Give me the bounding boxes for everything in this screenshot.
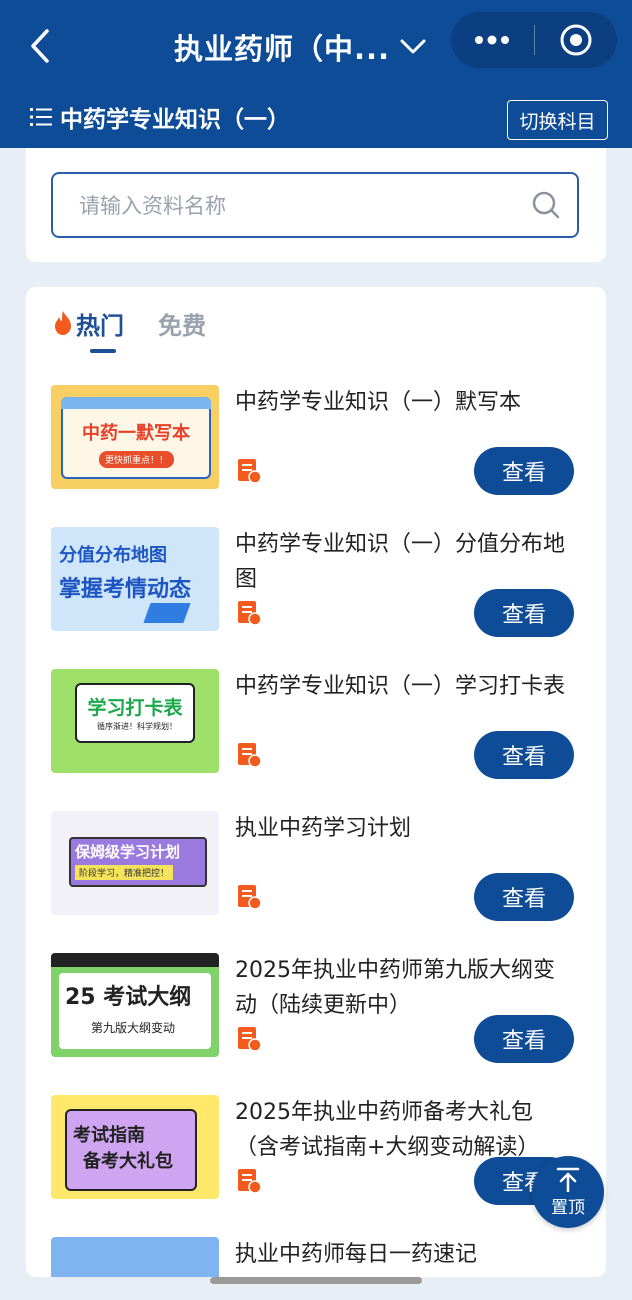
item-thumbnail: 分值分布地图 掌握考情动态	[51, 527, 219, 631]
subject-selector[interactable]: 中药学专业知识（一）	[30, 100, 290, 134]
list-item[interactable]: 执业中药师每日一药速记	[51, 1237, 581, 1277]
target-close-icon	[560, 24, 592, 56]
thumb-title: 学习打卡表	[87, 697, 183, 719]
item-thumbnail: 25 考试大纲 第九版大纲变动	[51, 953, 219, 1057]
document-icon	[238, 743, 262, 768]
thumb-subtitle: 备考大礼包	[83, 1151, 173, 1172]
item-thumbnail: 考试指南 备考大礼包	[51, 1095, 219, 1199]
page-title: 执业药师（中...	[173, 32, 391, 66]
more-button[interactable]	[451, 12, 534, 68]
document-icon	[238, 601, 262, 626]
chevron-left-icon	[31, 29, 49, 63]
search-icon[interactable]	[531, 190, 561, 220]
materials-list-card: 热门 免费 中药一默写本 更快抓重点！！ 中药学专业知识（一）默写本 查看 分值…	[26, 287, 606, 1277]
thumb-title: 考试指南	[73, 1125, 145, 1146]
item-thumbnail	[51, 1237, 219, 1277]
thumb-subtitle: 第九版大纲变动	[91, 1021, 176, 1035]
list-menu-icon	[30, 108, 52, 126]
switch-subject-button[interactable]: 切换科目	[507, 100, 608, 140]
back-to-top-button[interactable]: 置顶	[532, 1156, 604, 1228]
search-input[interactable]: 请输入资料名称	[51, 172, 579, 238]
thumb-title: 分值分布地图	[59, 545, 167, 566]
thumb-title: 保姆级学习计划	[75, 843, 181, 861]
item-thumbnail: 学习打卡表 循序渐进！科学规划！	[51, 669, 219, 773]
item-title: 中药学专业知识（一）学习打卡表	[235, 674, 566, 699]
item-thumbnail: 中药一默写本 更快抓重点！！	[51, 385, 219, 489]
tab-hot-label: 热门	[76, 311, 124, 340]
active-tab-indicator	[90, 349, 116, 353]
item-title: 执业中药师每日一药速记	[235, 1242, 478, 1267]
flame-icon	[55, 311, 71, 335]
item-thumbnail: 保姆级学习计划 阶段学习，精准把控！	[51, 811, 219, 915]
list-item[interactable]: 中药一默写本 更快抓重点！！ 中药学专业知识（一）默写本 查看	[51, 385, 581, 505]
list-item[interactable]: 分值分布地图 掌握考情动态 中药学专业知识（一）分值分布地图 查看	[51, 527, 581, 647]
thumb-subtitle: 掌握考情动态	[59, 577, 192, 602]
home-indicator[interactable]	[210, 1277, 422, 1284]
search-placeholder: 请输入资料名称	[79, 194, 226, 218]
item-title: 2025年执业中药师第九版大纲变动（陆续更新中）	[235, 958, 555, 1018]
thumb-title: 25 考试大纲	[65, 985, 192, 1010]
view-button[interactable]: 查看	[474, 447, 574, 495]
mini-program-capsule	[451, 12, 617, 68]
thumb-title: 中药一默写本	[82, 423, 190, 444]
item-title: 2025年执业中药师备考大礼包（含考试指南+大纲变动解读）	[235, 1100, 540, 1160]
item-title: 执业中药学习计划	[235, 816, 412, 841]
document-icon	[238, 1027, 262, 1052]
document-icon	[238, 885, 262, 910]
thumb-subtitle: 更快抓重点！！	[99, 451, 175, 468]
list-item[interactable]: 学习打卡表 循序渐进！科学规划！ 中药学专业知识（一）学习打卡表 查看	[51, 669, 581, 789]
tab-free[interactable]: 免费	[158, 305, 206, 341]
arrow-up-icon	[556, 1167, 580, 1192]
chevron-down-icon	[400, 39, 426, 54]
subject-bar: 中药学专业知识（一） 切换科目	[0, 96, 632, 148]
tab-hot[interactable]: 热门	[52, 305, 124, 341]
document-icon	[238, 459, 262, 484]
document-icon	[238, 1169, 262, 1194]
search-card: 请输入资料名称	[26, 148, 606, 262]
list-item[interactable]: 保姆级学习计划 阶段学习，精准把控！ 执业中药学习计划 查看	[51, 811, 581, 931]
more-dots-icon	[475, 35, 510, 45]
list-item[interactable]: 考试指南 备考大礼包 2025年执业中药师备考大礼包（含考试指南+大纲变动解读）…	[51, 1095, 581, 1215]
tab-bar: 热门 免费	[52, 305, 206, 355]
view-button[interactable]: 查看	[474, 873, 574, 921]
back-button[interactable]	[18, 24, 62, 68]
view-button[interactable]: 查看	[474, 731, 574, 779]
view-button[interactable]: 查看	[474, 1015, 574, 1063]
top-header: 执业药师（中... 中药学专业知识（一） 切换科目	[0, 0, 632, 148]
back-to-top-label: 置顶	[551, 1198, 585, 1218]
thumb-subtitle: 循序渐进！科学规划！	[97, 722, 177, 731]
list-item[interactable]: 25 考试大纲 第九版大纲变动 2025年执业中药师第九版大纲变动（陆续更新中）…	[51, 953, 581, 1073]
close-program-button[interactable]	[535, 12, 618, 68]
tab-free-label: 免费	[158, 311, 206, 340]
item-title: 中药学专业知识（一）默写本	[235, 390, 522, 415]
view-button[interactable]: 查看	[474, 589, 574, 637]
subject-label: 中药学专业知识（一）	[60, 107, 290, 133]
title-dropdown[interactable]: 执业药师（中...	[150, 24, 450, 70]
thumb-subtitle: 阶段学习，精准把控！	[75, 865, 174, 880]
item-title: 中药学专业知识（一）分值分布地图	[235, 532, 566, 592]
